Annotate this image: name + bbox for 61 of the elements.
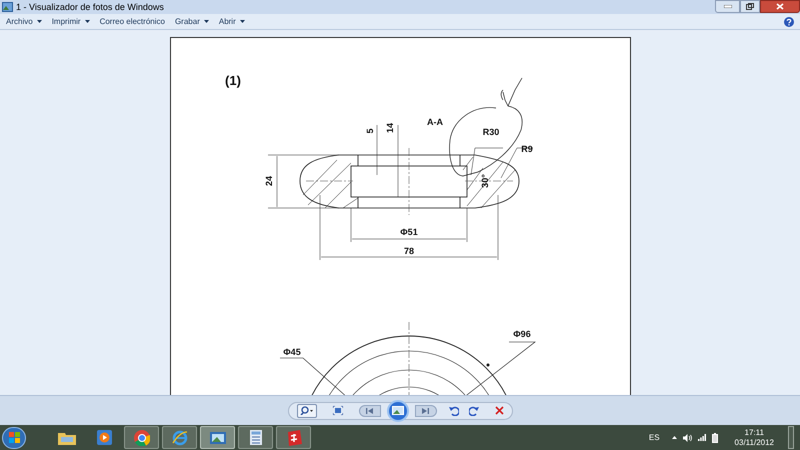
clock-date: 03/11/2012 — [734, 438, 774, 448]
menu-item[interactable]: Archivo — [3, 18, 45, 26]
fit-window-icon[interactable] — [332, 406, 342, 415]
window-title: 1 - Visualizador de fotos de Windows — [16, 2, 164, 12]
caret-icon — [240, 20, 245, 23]
play-icon — [96, 430, 112, 445]
caret-icon — [36, 20, 42, 23]
dimension-label: 14 — [384, 123, 394, 133]
caret-icon — [84, 20, 90, 23]
dimension-label: R30 — [482, 127, 499, 137]
minimize-button[interactable] — [715, 0, 740, 13]
zoom-button[interactable] — [296, 404, 316, 418]
close-button[interactable] — [760, 0, 800, 13]
solidworks-taskbar-button[interactable] — [276, 426, 311, 449]
dimension-label: R9 — [520, 144, 532, 154]
slideshow-icon — [392, 406, 404, 415]
windows-logo-icon — [8, 432, 20, 443]
previous-button[interactable] — [358, 404, 380, 416]
clock-time: 17:11 — [744, 428, 764, 438]
show-desktop-button[interactable] — [788, 426, 794, 449]
menu-item[interactable]: Abrir — [216, 18, 248, 26]
photo-viewer-taskbar-button[interactable] — [200, 426, 235, 449]
folder-icon — [58, 430, 76, 444]
maximize-button[interactable] — [740, 0, 760, 13]
start-button[interactable] — [2, 426, 26, 448]
menu-item[interactable]: Imprimir — [48, 18, 93, 26]
menu-item[interactable]: Grabar — [172, 18, 212, 26]
speaker-icon[interactable] — [682, 434, 692, 442]
dimension-label: 24 — [264, 176, 274, 186]
internet-explorer-taskbar-button[interactable] — [162, 426, 197, 449]
dimension-label: 30° — [480, 174, 490, 188]
browser-icon — [134, 430, 150, 446]
rotate-left-icon[interactable] — [448, 406, 458, 416]
dimension-label: 5 — [364, 128, 374, 134]
figure-number: (1) — [224, 73, 240, 88]
minimize-icon — [724, 5, 732, 8]
rotate-right-icon[interactable] — [468, 406, 478, 416]
previous-icon — [366, 408, 373, 414]
app-icon — [2, 2, 13, 12]
delete-icon[interactable] — [494, 406, 504, 415]
dimension-label: Φ45 — [282, 347, 300, 357]
section-label: A-A — [426, 117, 442, 127]
next-icon — [422, 408, 429, 414]
photo-icon — [210, 432, 226, 444]
caret-icon — [204, 20, 209, 23]
dimension-label: 78 — [404, 246, 414, 256]
clock[interactable]: 17:11 03/11/2012 — [734, 428, 774, 448]
dimension-label: Φ51 — [400, 227, 418, 237]
menu-item[interactable]: Correo electrónico — [96, 18, 168, 26]
close-icon — [776, 3, 784, 10]
next-button[interactable] — [414, 404, 436, 416]
signal-bars-icon[interactable] — [698, 434, 706, 441]
slideshow-button[interactable] — [386, 400, 408, 422]
magnifier-icon — [300, 406, 314, 415]
up-arrow-icon[interactable] — [672, 436, 677, 439]
calculator-taskbar-button[interactable] — [238, 426, 273, 449]
restore-icon — [746, 3, 754, 10]
language-indicator[interactable]: ES — [648, 432, 660, 444]
dimension-label: Φ96 — [512, 329, 530, 339]
help-icon[interactable] — [784, 16, 794, 26]
browser-taskbar-button[interactable] — [124, 426, 159, 449]
